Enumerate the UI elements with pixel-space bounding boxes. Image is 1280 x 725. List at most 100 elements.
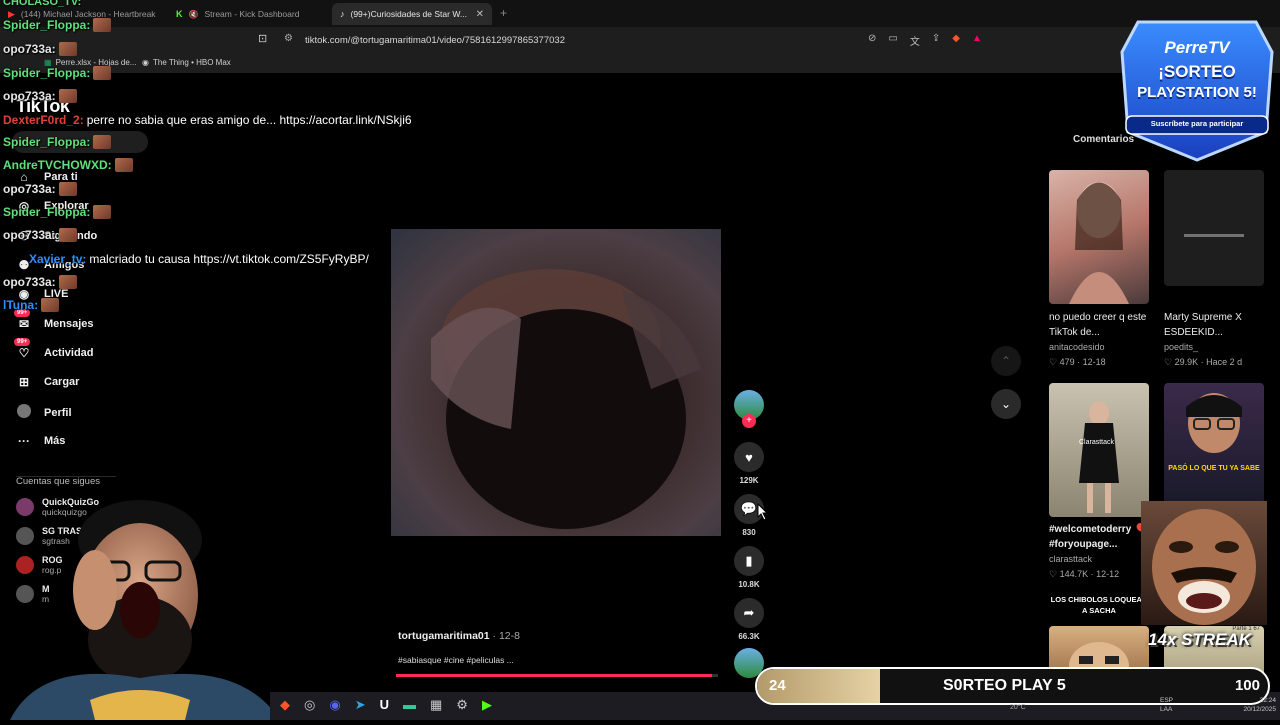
chevron-up-icon: ⌃ (1000, 354, 1012, 368)
card-title[interactable]: #welcometoderry 🎈 #foryoupage... (1049, 522, 1153, 552)
emote-icon (93, 135, 112, 149)
video-date: 12-8 (498, 630, 520, 642)
chat-message: lTuna: (3, 298, 60, 312)
browser-tab-strip: ▶ (144) Michael Jackson - Heartbreak K 🔇… (0, 0, 1280, 27)
card-author[interactable]: anitacodesido (1049, 340, 1153, 355)
chevron-down-icon: ⌄ (1000, 397, 1012, 411)
save-count: 10.8K (738, 580, 760, 589)
next-video-button[interactable]: ⌄ (991, 389, 1021, 419)
brave-icon[interactable]: ◆ (280, 697, 290, 713)
thumb-image (1069, 182, 1129, 304)
share-button[interactable]: ➦ 66.3K (734, 598, 764, 641)
video-player[interactable] (391, 229, 721, 536)
close-tab-icon[interactable]: ✕ (476, 9, 484, 20)
nav-actividad[interactable]: ♡ 99+ Actividad (14, 338, 94, 360)
chat-user: AndreTVCHOWXD: (3, 158, 112, 172)
promo-line1: ¡SORTEO (1158, 62, 1236, 81)
video-thumbnail[interactable]: PASÓ LO QUE TU YA SABE (1164, 383, 1264, 503)
video-frame (431, 269, 701, 529)
bookmark-icon[interactable]: ⊡ (258, 32, 267, 45)
like-button[interactable]: ♥ 129K (734, 442, 764, 485)
video-thumbnail[interactable] (1049, 170, 1149, 304)
video-author-row[interactable]: tortugamaritima01 · 12-8 (398, 630, 520, 642)
language-indicator[interactable]: ESP LAA (1160, 696, 1173, 714)
obs-icon[interactable]: ◎ (304, 697, 315, 713)
card-date: 12-18 (1082, 357, 1106, 367)
mouse-cursor (756, 502, 769, 526)
url-bar[interactable]: tiktok.com/@tortugamaritima01/video/7581… (305, 31, 1025, 49)
kick-icon: K (176, 9, 183, 19)
system-clock[interactable]: 22:24 20/12/2025 (1220, 696, 1276, 714)
card-author[interactable]: clarasttack (1049, 552, 1153, 567)
video-card-info: no puedo creer q este TikTok de... anita… (1049, 310, 1153, 370)
video-author: tortugamaritima01 (398, 630, 490, 642)
promo-line2: PLAYSTATION 5! (1137, 84, 1257, 101)
card-author[interactable]: poedits_ (1164, 340, 1268, 355)
card-title[interactable]: Marty Supreme X ESDEEKID... (1164, 310, 1268, 340)
weather-text: 20°C (1010, 704, 1026, 711)
chat-text: perre no sabia que eras amigo de... http… (86, 113, 412, 127)
share-arrow-icon: ➦ (734, 598, 764, 628)
heart-icon: ♥ (734, 442, 764, 472)
nav-label: Mensajes (44, 318, 94, 330)
app-icon[interactable]: ▦ (430, 697, 442, 713)
nav-mas[interactable]: ··· Más (16, 434, 65, 448)
goal-current: 24 (769, 677, 786, 694)
nav-label: Perfil (44, 406, 72, 419)
nav-label: Cargar (44, 376, 80, 388)
chat-message: opo733a: (3, 42, 77, 56)
nav-cargar[interactable]: ⊞ Cargar (16, 375, 80, 389)
tiktok-icon: ♪ (340, 9, 345, 19)
chat-user: opo733a: (3, 89, 56, 103)
thumb-text: Clarasttack (1079, 439, 1115, 446)
heart-small-icon: ♡ (1049, 569, 1060, 579)
webcam-overlay (0, 500, 290, 720)
thumb-image (1186, 393, 1242, 453)
site-info-icon[interactable]: ⚙ (284, 33, 293, 44)
bookmark-hbo[interactable]: ◉ The Thing • HBO Max (142, 58, 231, 67)
tab-tiktok[interactable]: ♪ (99+)Curiosidades de Star W... ✕ (332, 3, 492, 25)
follow-plus-icon[interactable]: + (742, 414, 756, 428)
chat-user: Spider_Floppa: (3, 135, 91, 149)
chat-user: Spider_Floppa: (3, 205, 91, 219)
chat-message: Spider_Floppa: (3, 135, 112, 149)
author-avatar-button[interactable]: + (734, 390, 764, 428)
chat-user: lTuna: (3, 298, 39, 312)
more-icon: ··· (18, 434, 30, 448)
heart-small-icon: ♡ (1164, 357, 1175, 367)
taskbar-apps: ◆ ◎ ◉ ➤ U ▬ ▦ ⚙ ▶ (280, 697, 492, 713)
ubisoft-icon[interactable]: U (380, 697, 389, 713)
video-thumbnail[interactable]: Clarasttack (1049, 383, 1149, 517)
bookmark-icon: ▮ (734, 546, 764, 576)
lang-code-2: LAA (1160, 706, 1173, 713)
streak-label: 14x STREAK (1148, 630, 1251, 649)
upload-icon: ⊞ (18, 375, 30, 389)
chat-message: Xavier_tv: malcriado tu causa https://vt.… (3, 252, 369, 266)
tab-kick-dashboard[interactable]: K 🔇 Stream - Kick Dashboard (168, 3, 332, 25)
bookmarks-bar: ▦ Perre.xlsx - Hojas de... ◉ The Thing •… (0, 53, 1280, 73)
discord-icon[interactable]: ◉ (329, 697, 340, 713)
like-count: 129K (739, 476, 759, 485)
cursor-hand-icon (757, 502, 769, 521)
chat-message: Spider_Floppa: (3, 18, 112, 32)
steam-icon[interactable]: ⚙ (456, 697, 468, 713)
chat-user: Spider_Floppa: (3, 66, 91, 80)
kick-icon[interactable]: ▶ (482, 697, 492, 713)
video-progress-track[interactable] (396, 674, 718, 677)
video-card-info: #welcometoderry 🎈 #foryoupage... clarast… (1049, 522, 1153, 582)
share-count: 66.3K (738, 632, 760, 641)
telegram-icon[interactable]: ➤ (355, 697, 366, 713)
nav-mensajes[interactable]: ✉ 99+ Mensajes (14, 309, 94, 331)
prev-video-button[interactable]: ⌃ (991, 346, 1021, 376)
app-icon[interactable]: ▬ (403, 697, 416, 713)
comment-count: 830 (742, 528, 756, 537)
save-button[interactable]: ▮ 10.8K (734, 546, 764, 589)
video-thumbnail[interactable] (1164, 170, 1264, 286)
card-title[interactable]: no puedo creer q este TikTok de... (1049, 310, 1153, 340)
nav-perfil[interactable]: Perfil (16, 404, 72, 421)
reaction-face-image (1152, 509, 1256, 625)
thumb-text: PASÓ LO QUE TU YA SABE (1168, 465, 1260, 472)
new-tab-button[interactable]: + (500, 6, 507, 20)
emote-icon (58, 89, 77, 103)
emote-icon (58, 182, 77, 196)
